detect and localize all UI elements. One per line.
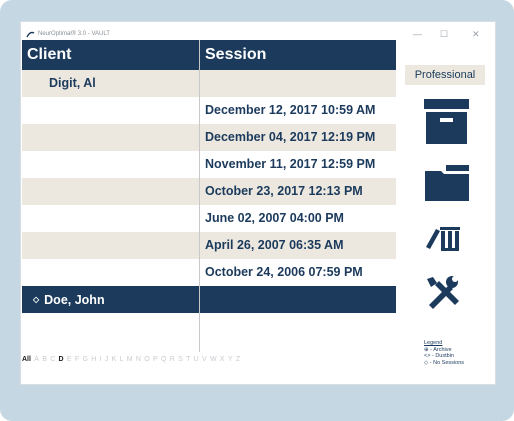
alphabet-letter-q[interactable]: Q: [161, 356, 166, 363]
client-cell: [22, 151, 199, 178]
legend-symbol: ⊕: [424, 346, 429, 353]
close-button[interactable]: ✕: [472, 30, 480, 39]
no-sessions-marker-icon: ◇: [33, 295, 40, 304]
session-date-cell: April 26, 2007 06:35 AM: [205, 238, 344, 252]
client-cell: [22, 97, 199, 124]
client-cell: [22, 232, 199, 259]
session-date-cell: October 24, 2006 07:59 PM: [205, 265, 363, 279]
side-panel: Professional: [405, 65, 485, 379]
alphabet-letter-t[interactable]: T: [186, 356, 190, 363]
alphabet-letter-a[interactable]: A: [34, 356, 39, 363]
tools-icon[interactable]: [425, 275, 459, 309]
alphabet-letter-e[interactable]: E: [67, 356, 72, 363]
folder-icon[interactable]: [425, 163, 469, 201]
client-group-row[interactable]: Digit, Al: [22, 70, 396, 97]
session-date-cell: [205, 70, 396, 97]
alphabet-letter-v[interactable]: V: [202, 356, 207, 363]
grid-header: Client Session: [22, 40, 396, 70]
alphabet-letter-o[interactable]: O: [144, 356, 149, 363]
alphabet-letter-f[interactable]: F: [75, 356, 79, 363]
alphabet-letter-d[interactable]: D: [59, 356, 64, 363]
screenshot-frame: NeurOptimal® 3.0 - VAULT — ☐ ✕ Client Se…: [0, 0, 514, 421]
legend-label: - Dustbin: [431, 353, 454, 359]
alphabet-letter-g[interactable]: G: [82, 356, 87, 363]
app-logo-icon: [26, 31, 35, 38]
session-date-cell: November 11, 2017 12:59 PM: [205, 157, 376, 171]
client-name: Digit, Al: [49, 76, 96, 90]
alphabet-letter-b[interactable]: B: [42, 356, 47, 363]
client-group-row[interactable]: ◇ Doe, John: [22, 286, 396, 313]
alphabet-letter-x[interactable]: X: [220, 356, 225, 363]
alphabet-letter-k[interactable]: K: [112, 356, 117, 363]
legend-symbol: <>: [424, 353, 431, 359]
minimize-button[interactable]: —: [413, 30, 422, 39]
dustbin-icon[interactable]: [426, 223, 462, 251]
client-session-grid: Client Session Digit, Al December 12, 201…: [22, 40, 396, 352]
session-row[interactable]: December 04, 2017 12:19 PM: [22, 124, 396, 151]
session-row[interactable]: December 12, 2017 10:59 AM: [22, 97, 396, 124]
client-cell: [22, 259, 199, 286]
alphabet-letter-i[interactable]: I: [100, 356, 102, 363]
alphabet-letter-r[interactable]: R: [170, 356, 175, 363]
alphabet-letter-s[interactable]: S: [178, 356, 183, 363]
professional-button[interactable]: Professional: [405, 65, 485, 85]
archive-icon[interactable]: [424, 99, 469, 144]
client-cell: [22, 205, 199, 232]
legend-label: - No Sessions: [429, 359, 465, 366]
legend: Legend ⊕ - Archive <> - Dustbin ◇ - No Ses…: [424, 340, 490, 366]
alphabet-letter-all[interactable]: All: [22, 356, 31, 363]
legend-label: - Archive: [430, 346, 452, 353]
legend-symbol: ◇: [424, 359, 429, 366]
column-divider: [199, 40, 200, 352]
session-row[interactable]: October 24, 2006 07:59 PM: [22, 259, 396, 286]
legend-items: ⊕ - Archive <> - Dustbin ◇ - No Sessions: [424, 347, 490, 367]
window-title: NeurOptimal® 3.0 - VAULT: [38, 31, 110, 37]
alphabet-letter-c[interactable]: C: [50, 356, 55, 363]
alphabet-letter-m[interactable]: M: [127, 356, 133, 363]
alphabet-letter-z[interactable]: Z: [236, 356, 240, 363]
session-date-cell: December 12, 2017 10:59 AM: [205, 103, 376, 117]
session-row[interactable]: June 02, 2007 04:00 PM: [22, 205, 396, 232]
legend-item: ◇ - No Sessions: [424, 360, 490, 367]
session-row[interactable]: November 11, 2017 12:59 PM: [22, 151, 396, 178]
alphabet-filter: All A B C D E F G H I J K L M N O P Q R S T U V W X Y Z: [22, 356, 396, 368]
alphabet-letter-l[interactable]: L: [120, 356, 124, 363]
alphabet-letter-n[interactable]: N: [136, 356, 141, 363]
column-header-session[interactable]: Session: [205, 40, 266, 70]
client-cell: Digit, Al: [22, 70, 199, 97]
client-name: Doe, John: [44, 293, 105, 307]
session-date-cell: June 02, 2007 04:00 PM: [205, 211, 344, 225]
alphabet-letter-y[interactable]: Y: [228, 356, 233, 363]
session-row[interactable]: April 26, 2007 06:35 AM: [22, 232, 396, 259]
alphabet-letter-j[interactable]: J: [105, 356, 109, 363]
client-cell: [22, 124, 199, 151]
session-row[interactable]: October 23, 2017 12:13 PM: [22, 178, 396, 205]
alphabet-letter-w[interactable]: W: [210, 356, 217, 363]
alphabet-letter-h[interactable]: H: [91, 356, 96, 363]
maximize-button[interactable]: ☐: [440, 30, 448, 39]
alphabet-letter-u[interactable]: U: [194, 356, 199, 363]
session-date-cell: October 23, 2017 12:13 PM: [205, 184, 363, 198]
client-cell: [22, 178, 199, 205]
session-date-cell: [205, 286, 396, 313]
session-date-cell: December 04, 2017 12:19 PM: [205, 130, 376, 144]
alphabet-letter-p[interactable]: P: [153, 356, 158, 363]
client-cell: ◇ Doe, John: [22, 286, 199, 313]
column-header-client[interactable]: Client: [27, 40, 71, 70]
